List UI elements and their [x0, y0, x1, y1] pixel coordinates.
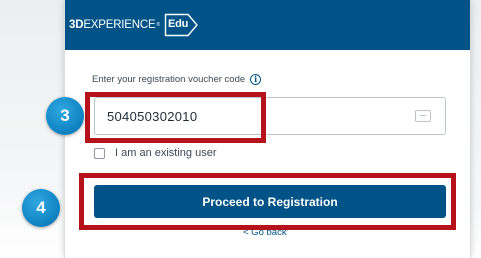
- dialog-header: 3D EXPERIENCE ® Edu: [65, 0, 470, 50]
- existing-user-label[interactable]: I am an existing user: [115, 147, 217, 159]
- voucher-label: Enter your registration voucher code i: [92, 74, 262, 85]
- ticket-icon: [415, 110, 431, 122]
- brand-trademark: ®: [156, 22, 160, 28]
- existing-user-option[interactable]: I am an existing user: [94, 147, 217, 159]
- info-icon[interactable]: i: [250, 74, 262, 85]
- voucher-label-text: Enter your registration voucher code: [92, 74, 246, 85]
- edu-badge: Edu: [164, 13, 200, 37]
- step-3-badge: 3: [46, 97, 84, 135]
- existing-user-checkbox[interactable]: [94, 147, 105, 159]
- brand-3d: 3D: [69, 19, 84, 31]
- edu-badge-label: Edu: [167, 18, 189, 30]
- annotation-frame-proceed: [79, 173, 456, 230]
- background-right: [471, 0, 481, 258]
- annotation-frame-voucher: [85, 92, 266, 143]
- step-4-badge: 4: [22, 189, 60, 227]
- brand-experience: EXPERIENCE: [83, 19, 156, 31]
- brand-logo: 3D EXPERIENCE ® Edu: [69, 12, 200, 38]
